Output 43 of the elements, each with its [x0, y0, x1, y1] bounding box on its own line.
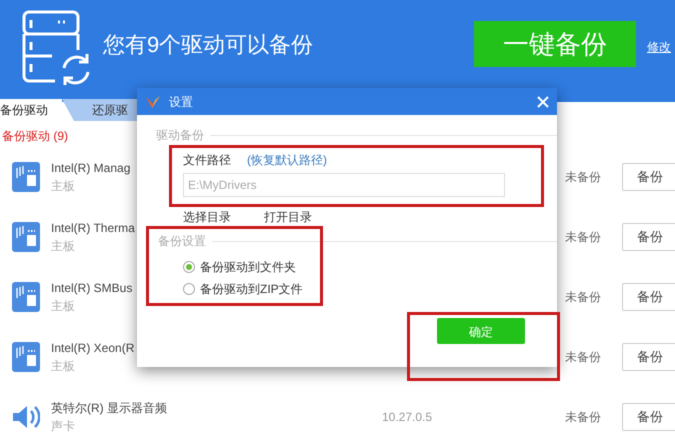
backup-button[interactable]: 备份 — [622, 223, 675, 251]
server-sync-icon — [22, 10, 92, 85]
directory-link[interactable]: 选择目录 — [183, 210, 231, 224]
section-legend: 备份设置 — [158, 234, 206, 248]
driver-chip-icon — [12, 342, 40, 372]
driver-name: 英特尔(R) 显示器音频 — [51, 400, 167, 417]
radio-button[interactable] — [183, 283, 195, 295]
directory-link[interactable]: 打开目录 — [264, 210, 312, 224]
driver-chip-icon — [12, 162, 40, 192]
dialog-title: 设置 — [169, 94, 193, 108]
close-icon[interactable] — [537, 96, 549, 108]
radio-label: 备份驱动到文件夹 — [200, 260, 296, 274]
backup-status: 未备份 — [565, 409, 601, 426]
driver-name: Intel(R) Therma — [51, 220, 135, 237]
radio-button[interactable] — [183, 261, 195, 273]
modify-link[interactable]: 修改 — [647, 38, 671, 56]
backup-button[interactable]: 备份 — [622, 283, 675, 311]
backup-status: 未备份 — [565, 349, 601, 366]
driver-chip-icon — [12, 282, 40, 312]
driver-name: Intel(R) Manag — [51, 160, 130, 177]
driver-category: 声卡 — [51, 418, 76, 435]
backup-button[interactable]: 备份 — [622, 163, 675, 191]
butterfly-logo-icon — [145, 94, 161, 108]
backup-button[interactable]: 备份 — [622, 403, 675, 431]
driver-category: 主板 — [51, 238, 76, 255]
driver-category: 主板 — [51, 298, 76, 315]
path-label: 文件路径 — [183, 153, 231, 167]
backup-status: 未备份 — [565, 229, 601, 246]
driver-category: 主板 — [51, 358, 76, 375]
section-legend: 驱动备份 — [156, 128, 204, 142]
backup-status: 未备份 — [565, 289, 601, 306]
driver-count: (9) — [53, 129, 68, 143]
driver-version: 10.27.0.5 — [382, 409, 432, 426]
header-title: 您有9个驱动可以备份 — [103, 31, 314, 59]
radio-label: 备份驱动到ZIP文件 — [200, 282, 303, 296]
list-heading: 备份驱动 — [2, 129, 50, 143]
driver-category: 主板 — [51, 178, 76, 195]
driver-name: Intel(R) Xeon(R — [51, 340, 134, 357]
backup-status: 未备份 — [565, 169, 601, 186]
backup-button[interactable]: 备份 — [622, 343, 675, 371]
reset-path-link[interactable]: (恢复默认路径) — [247, 153, 327, 167]
driver-chip-icon — [12, 222, 40, 252]
driver-name: Intel(R) SMBus — [51, 280, 132, 297]
